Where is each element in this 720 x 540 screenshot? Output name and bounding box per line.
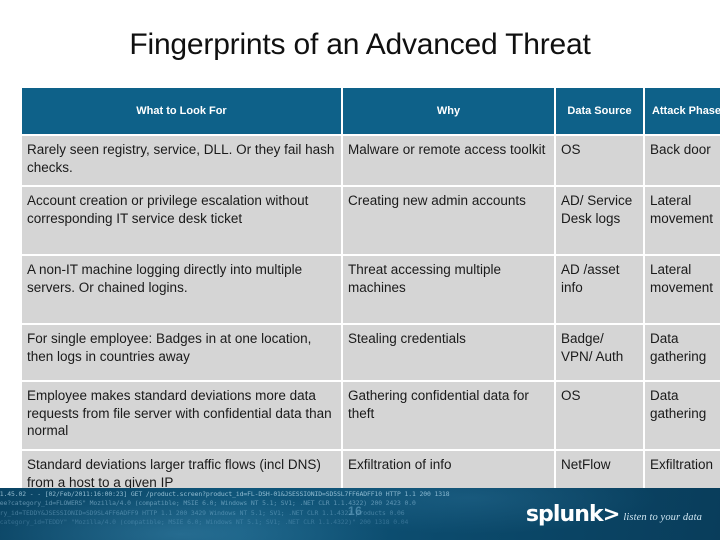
cell-why: Malware or remote access toolkit xyxy=(343,136,554,185)
column-header-what-to-look-for: What to Look For xyxy=(22,88,341,134)
splunk-wordmark: splunk xyxy=(525,502,604,527)
page-title: Fingerprints of an Advanced Threat xyxy=(129,28,591,61)
slide-canvas: Fingerprints of an Advanced Threat What … xyxy=(0,0,720,540)
cell-data-source: OS xyxy=(556,136,643,185)
cell-attack-phase: Data gathering xyxy=(645,325,720,380)
cell-what-to-look-for: Employee makes standard deviations more … xyxy=(22,382,341,449)
cell-data-source: AD /asset info xyxy=(556,256,643,323)
table-row: Rarely seen registry, service, DLL. Or t… xyxy=(22,136,720,185)
cell-attack-phase: Data gathering xyxy=(645,382,720,449)
column-header-attack-phase: Attack Phase xyxy=(645,88,720,134)
page-number: 16 xyxy=(348,504,363,518)
log-line: 01.45.02 - - [02/Feb/2011:16:00:23] GET … xyxy=(0,490,450,498)
cell-what-to-look-for: A non-IT machine logging directly into m… xyxy=(22,256,341,323)
decorative-log-text: 01.45.02 - - [02/Feb/2011:16:00:23] GET … xyxy=(0,490,516,540)
column-header-why: Why xyxy=(343,88,554,134)
table-row: A non-IT machine logging directly into m… xyxy=(22,256,720,323)
cell-what-to-look-for: Account creation or privilege escalation… xyxy=(22,187,341,254)
table-header-row: What to Look For Why Data Source Attack … xyxy=(22,88,720,134)
splunk-logo: splunk > listen to your data xyxy=(525,502,702,527)
cell-why: Stealing credentials xyxy=(343,325,554,380)
cell-data-source: OS xyxy=(556,382,643,449)
table-row: Employee makes standard deviations more … xyxy=(22,382,720,449)
cell-data-source: AD/ Service Desk logs xyxy=(556,187,643,254)
column-header-data-source: Data Source xyxy=(556,88,643,134)
cell-attack-phase: Lateral movement xyxy=(645,256,720,323)
cell-why: Threat accessing multiple machines xyxy=(343,256,554,323)
cell-why: Creating new admin accounts xyxy=(343,187,554,254)
log-line: ory_id=TEDDY&JSESSIONID=SD9SL4FF6ADFF9 H… xyxy=(0,508,405,517)
cell-why: Gathering confidential data for theft xyxy=(343,382,554,449)
threat-fingerprints-table: What to Look For Why Data Source Attack … xyxy=(20,86,720,508)
log-line: ?category_id=TEDDY" "Mozilla/4.0 (compat… xyxy=(0,518,409,527)
table-row: Account creation or privilege escalation… xyxy=(22,187,720,254)
cell-what-to-look-for: For single employee: Badges in at one lo… xyxy=(22,325,341,380)
table-row: For single employee: Badges in at one lo… xyxy=(22,325,720,380)
cell-data-source: Badge/ VPN/ Auth xyxy=(556,325,643,380)
cell-attack-phase: Back door xyxy=(645,136,720,185)
cell-attack-phase: Lateral movement xyxy=(645,187,720,254)
chevron-right-icon: > xyxy=(602,502,621,526)
cell-what-to-look-for: Rarely seen registry, service, DLL. Or t… xyxy=(22,136,341,185)
log-line: ree?category_id=FLOWERS" Mozilla/4.0 (co… xyxy=(0,499,416,508)
splunk-tagline: listen to your data xyxy=(623,512,702,523)
